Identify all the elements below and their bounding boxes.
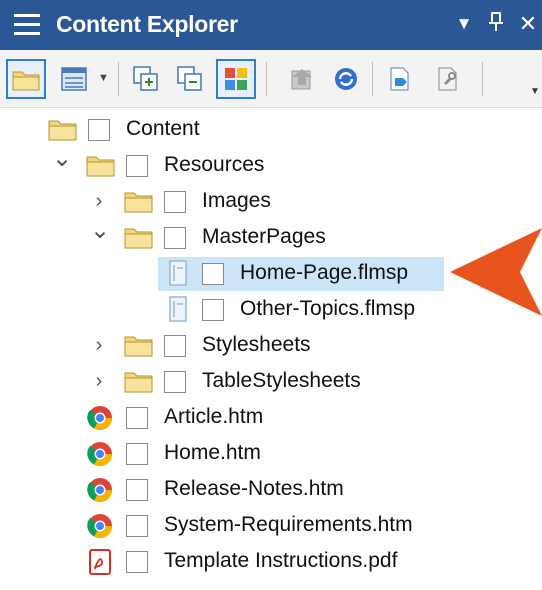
toolbar-divider [118, 62, 119, 96]
panel-title: Content Explorer [56, 11, 238, 37]
tree-item-checkbox[interactable] [126, 443, 148, 465]
masterpage-file-icon [162, 296, 192, 324]
chevron-down-icon[interactable]: ▼ [98, 72, 109, 84]
tree-item[interactable]: Template Instructions.pdf [0, 544, 542, 580]
color-view-button[interactable] [216, 59, 256, 99]
folder-icon [124, 188, 154, 216]
list-view-button[interactable] [54, 59, 94, 99]
collapse-all-button[interactable] [170, 59, 210, 99]
expand-all-icon [133, 66, 158, 91]
folder-icon [12, 71, 40, 91]
folder-icon [48, 116, 78, 144]
tree-item[interactable]: Release-Notes.htm [0, 472, 542, 508]
open-button[interactable] [380, 59, 420, 99]
masterpage-file-icon [162, 260, 192, 288]
import-icon [291, 69, 312, 90]
panel-titlebar: Content Explorer ▼ ✕ [0, 0, 542, 50]
tree-item-label: TableStylesheets [202, 369, 361, 392]
tree-item-label: Stylesheets [202, 333, 311, 356]
refresh-button[interactable] [326, 59, 366, 99]
tree-item-label: Release-Notes.htm [164, 477, 344, 500]
tree-item[interactable]: ⌄ Resources [0, 147, 542, 184]
tree-item-checkbox[interactable] [88, 119, 110, 141]
tree-item-checkbox[interactable] [164, 335, 186, 357]
pin-icon[interactable] [484, 12, 508, 38]
tree-item-checkbox[interactable] [202, 299, 224, 321]
tree-item-checkbox[interactable] [164, 371, 186, 393]
tree-item-label: Other-Topics.flmsp [240, 297, 416, 320]
tree-item[interactable]: System-Requirements.htm [0, 508, 542, 544]
tree-item[interactable]: › TableStylesheets [0, 364, 542, 400]
chevron-right-icon[interactable]: › [90, 190, 108, 212]
folder-icon [124, 332, 154, 360]
tree-item-label: Home.htm [164, 441, 261, 464]
tree-item-checkbox[interactable] [164, 227, 186, 249]
toolbar: ▼ ▼ [0, 50, 542, 108]
tree-item[interactable]: Home.htm [0, 436, 542, 472]
dropdown-icon[interactable]: ▼ [452, 12, 476, 36]
content-tree: Content ⌄ Resources › Images ⌄ MasterPages Home… [0, 108, 542, 590]
tree-item-checkbox[interactable] [126, 551, 148, 573]
tree-item[interactable]: › Stylesheets [0, 328, 542, 364]
tree-item-checkbox[interactable] [126, 515, 148, 537]
color-grid-icon [225, 68, 247, 90]
close-icon[interactable]: ✕ [516, 12, 540, 36]
tree-item-checkbox[interactable] [126, 407, 148, 429]
toolbar-divider [482, 62, 483, 96]
tree-item-label: Images [202, 189, 271, 212]
tree-item-label: Home-Page.flmsp [240, 261, 409, 284]
chevron-down-icon[interactable]: ⌄ [52, 147, 72, 171]
open-doc-icon [390, 67, 409, 91]
tree-item-checkbox[interactable] [126, 155, 148, 177]
chrome-icon [86, 512, 116, 540]
folder-view-button[interactable] [6, 59, 46, 99]
properties-button[interactable] [428, 59, 468, 99]
tree-item-label: Resources [164, 153, 265, 176]
chevron-right-icon[interactable]: › [90, 334, 108, 356]
properties-icon [438, 67, 457, 91]
folder-icon [124, 368, 154, 396]
callout-arrow-icon [450, 228, 542, 316]
menu-icon[interactable] [14, 14, 40, 36]
tree-item-label: Article.htm [164, 405, 264, 428]
pdf-icon [86, 548, 116, 576]
tree-item[interactable]: Content [0, 112, 542, 148]
chrome-icon [86, 440, 116, 468]
tree-item-label: System-Requirements.htm [164, 513, 413, 536]
tree-item-label: MasterPages [202, 225, 326, 248]
tree-item-checkbox[interactable] [202, 263, 224, 285]
chevron-down-icon[interactable]: ⌄ [90, 219, 110, 243]
tree-item[interactable]: › Images [0, 184, 542, 220]
expand-all-button[interactable] [126, 59, 166, 99]
tree-item-checkbox[interactable] [126, 479, 148, 501]
toolbar-divider [266, 62, 267, 96]
folder-icon [86, 152, 116, 180]
tree-item-checkbox[interactable] [164, 191, 186, 213]
list-view-icon [61, 67, 87, 91]
chevron-right-icon[interactable]: › [90, 370, 108, 392]
tree-item[interactable]: Article.htm [0, 400, 542, 436]
tree-item-label: Content [126, 117, 200, 140]
chrome-icon [86, 476, 116, 504]
folder-icon [124, 224, 154, 252]
refresh-icon [335, 68, 357, 90]
chrome-icon [86, 404, 116, 432]
tree-item-label: Template Instructions.pdf [164, 549, 398, 572]
toolbar-divider [372, 62, 373, 96]
import-button[interactable] [282, 59, 322, 99]
collapse-all-icon [177, 66, 202, 91]
toolbar-overflow-icon[interactable]: ▼ [530, 86, 540, 97]
